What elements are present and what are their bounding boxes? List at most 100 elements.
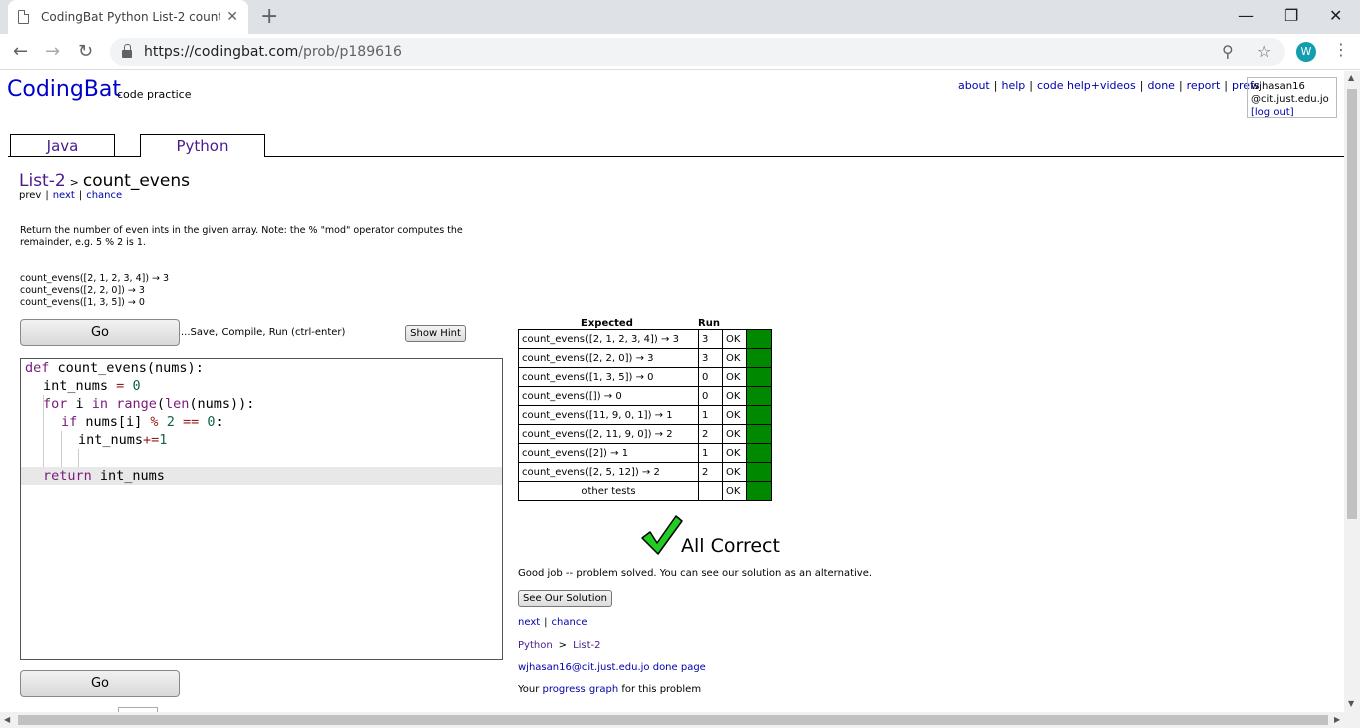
result-nav: next | chance (518, 617, 588, 628)
code-line-active: return int_nums (21, 467, 502, 485)
url-host: https://codingbat.com (144, 44, 299, 60)
table-row: count_evens([11, 9, 0, 1]) → 1 1 OK (518, 405, 772, 425)
header-run: Run (698, 318, 720, 329)
table-row: count_evens([2, 11, 9, 0]) → 2 2 OK (518, 424, 772, 444)
crumb-python[interactable]: Python (518, 640, 553, 651)
breadcrumb: List-2 > count_evens (19, 171, 190, 191)
crumb-list-bottom[interactable]: List-2 (573, 640, 600, 651)
scroll-right-icon[interactable]: ▶ (1334, 715, 1340, 724)
status-cell: OK (722, 462, 747, 482)
pass-indicator (746, 348, 772, 368)
show-hint-button[interactable]: Show Hint (405, 325, 466, 342)
good-job-message: Good job -- problem solved. You can see … (518, 568, 873, 579)
page-content: CodingBat code practice about | help | code … (0, 71, 1344, 712)
link-done[interactable]: done (1147, 79, 1174, 92)
expected-cell: count_evens([]) → 0 (518, 386, 699, 406)
vertical-scrollbar[interactable]: ▲ ▼ (1344, 71, 1360, 712)
table-row: count_evens([2, 2, 0]) → 3 3 OK (518, 348, 772, 368)
example-line: count_evens([2, 1, 2, 3, 4]) → 3 (20, 273, 170, 284)
done-page-line: wjhasan16@cit.just.edu.jo done page (518, 662, 706, 673)
link-code-help-videos[interactable]: code help+videos (1037, 79, 1136, 92)
table-row: count_evens([2, 1, 2, 3, 4]) → 3 3 OK (518, 329, 772, 349)
pass-indicator (746, 367, 772, 387)
expected-cell: count_evens([11, 9, 0, 1]) → 1 (518, 405, 699, 425)
scroll-up-icon[interactable]: ▲ (1348, 73, 1354, 82)
problem-title: count_evens (82, 171, 190, 191)
go-button-top[interactable]: Go (20, 319, 180, 346)
status-cell: OK (722, 386, 747, 406)
pass-indicator (746, 329, 772, 349)
next-link[interactable]: next (53, 190, 75, 201)
pass-indicator (746, 386, 772, 406)
forward-icon[interactable]: → (45, 41, 60, 62)
link-about[interactable]: about (958, 79, 990, 92)
run-cell: 2 (698, 424, 723, 444)
browser-tabstrip: CodingBat Python List-2 count_e ✕ + — ❐ … (0, 0, 1360, 34)
logo-subtitle: code practice (117, 88, 192, 101)
problem-nav: prev | next | chance (19, 190, 123, 201)
code-line: def count_evens(nums): (25, 360, 204, 376)
bookmark-star-icon[interactable]: ☆ (1257, 42, 1271, 61)
new-tab-icon[interactable]: + (260, 4, 278, 29)
table-row: count_evens([]) → 0 0 OK (518, 386, 772, 406)
close-tab-icon[interactable]: ✕ (226, 9, 238, 25)
chance-link[interactable]: chance (86, 190, 122, 201)
progress-line: Your progress graph for this problem (518, 684, 702, 695)
save-compile-run-hint: ...Save, Compile, Run (ctrl-enter) (181, 327, 346, 338)
run-cell: 0 (698, 367, 723, 387)
next-link-bottom[interactable]: next (518, 617, 540, 628)
go-button-bottom[interactable]: Go (20, 670, 180, 697)
pass-indicator (746, 481, 772, 501)
problem-description: Return the number of even ints in the gi… (20, 225, 463, 248)
tab-python[interactable]: Python (140, 134, 265, 157)
tab-java[interactable]: Java (10, 134, 115, 156)
table-row: count_evens([1, 3, 5]) → 0 0 OK (518, 367, 772, 387)
run-cell: 1 (698, 405, 723, 425)
maximize-icon[interactable]: ❐ (1284, 6, 1298, 25)
minimize-icon[interactable]: — (1238, 6, 1254, 25)
browser-menu-icon[interactable]: ⋮ (1333, 40, 1349, 59)
user-box: wjhasan16 @cit.just.edu.jo [log out] (1247, 77, 1337, 118)
site-logo[interactable]: CodingBat (7, 77, 121, 102)
scroll-left-icon[interactable]: ◀ (4, 715, 10, 724)
browser-tab[interactable]: CodingBat Python List-2 count_e ✕ (8, 0, 248, 34)
lock-icon (122, 43, 132, 58)
link-report[interactable]: report (1187, 79, 1221, 92)
zoom-icon[interactable]: ⚲ (1222, 42, 1234, 61)
chance-link-bottom[interactable]: chance (552, 617, 588, 628)
crumb-list[interactable]: List-2 (19, 171, 66, 191)
back-icon[interactable]: ← (13, 41, 28, 62)
horizontal-scroll-thumb[interactable] (18, 715, 1328, 725)
logout-link[interactable]: [log out] (1251, 107, 1294, 118)
run-cell: 3 (698, 329, 723, 349)
run-cell: 3 (698, 348, 723, 368)
address-bar[interactable]: https://codingbat.com/prob/p189616 ⚲ ☆ (110, 38, 1285, 66)
results-table: count_evens([2, 1, 2, 3, 4]) → 3 3 OK count… (518, 329, 772, 501)
see-solution-button[interactable]: See Our Solution (518, 590, 612, 607)
tab-title: CodingBat Python List-2 count_e (41, 10, 221, 24)
prev-link[interactable]: prev (19, 190, 41, 201)
status-cell: OK (722, 348, 747, 368)
profile-avatar[interactable]: W (1296, 42, 1316, 62)
horizontal-scrollbar[interactable]: ◀ ▶ (0, 712, 1360, 728)
table-row-other: other tests OK (518, 481, 772, 501)
scroll-down-icon[interactable]: ▼ (1348, 699, 1354, 708)
document-icon (18, 10, 29, 24)
link-help[interactable]: help (1001, 79, 1025, 92)
header-expected: Expected (581, 318, 633, 329)
table-row: count_evens([2, 5, 12]) → 2 2 OK (518, 462, 772, 482)
close-window-icon[interactable]: ✕ (1329, 6, 1342, 25)
progress-graph-link[interactable]: progress graph (543, 684, 619, 695)
url-path: /prob/p189616 (298, 44, 402, 60)
vertical-scroll-thumb[interactable] (1347, 89, 1357, 519)
example-line: count_evens([1, 3, 5]) → 0 (20, 297, 145, 308)
status-cell: OK (722, 405, 747, 425)
expected-cell: count_evens([2]) → 1 (518, 443, 699, 463)
status-cell: OK (722, 424, 747, 444)
examples: count_evens([2, 1, 2, 3, 4]) → 3 count_e… (20, 273, 169, 309)
run-cell: 2 (698, 462, 723, 482)
reload-icon[interactable]: ↻ (78, 41, 93, 62)
done-page-link[interactable]: wjhasan16@cit.just.edu.jo done page (518, 662, 706, 673)
code-editor[interactable]: def count_evens(nums): int_nums = 0 for … (20, 358, 503, 660)
pass-indicator (746, 424, 772, 444)
